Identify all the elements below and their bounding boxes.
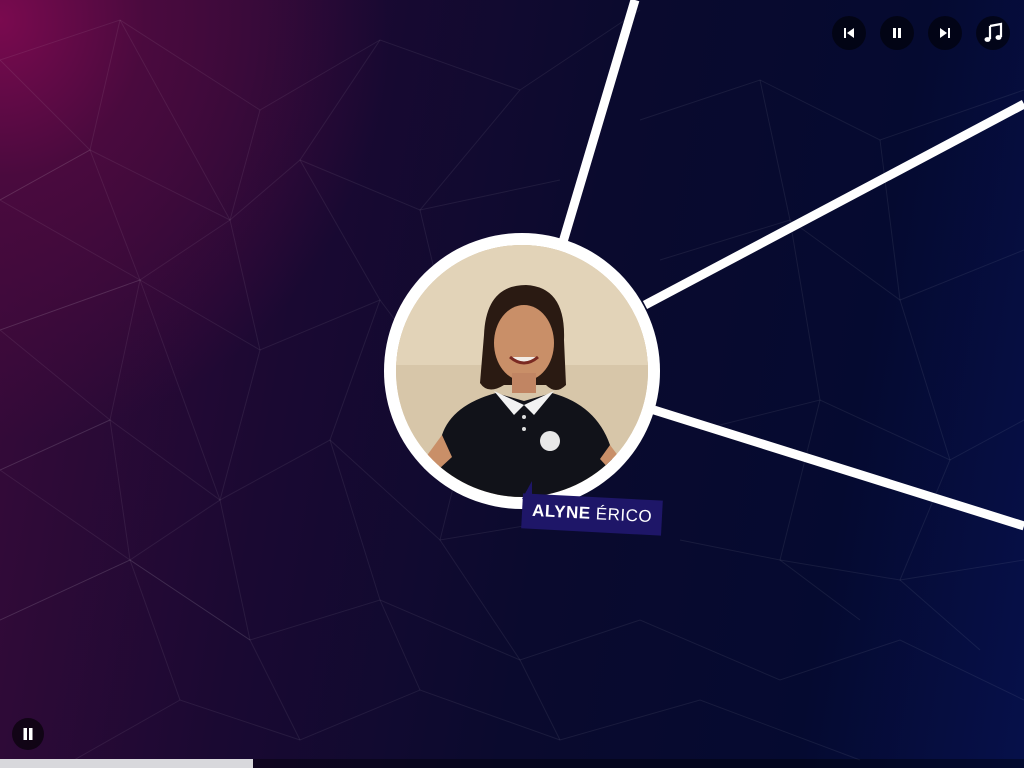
media-controls — [832, 16, 1010, 50]
music-note-icon — [984, 22, 1003, 42]
previous-button[interactable] — [832, 16, 866, 50]
connector-line-top — [558, 0, 640, 244]
connector-line-bottom — [652, 405, 1024, 531]
profile-photo-frame[interactable] — [384, 233, 660, 509]
next-button[interactable] — [928, 16, 962, 50]
last-name: ÉRICO — [595, 504, 653, 527]
playback-progress-bar[interactable] — [0, 759, 1024, 768]
playback-progress-fill — [0, 759, 253, 768]
playback-pause-button[interactable] — [12, 718, 44, 750]
first-name: ALYNE — [531, 500, 592, 523]
profile-photo — [396, 245, 648, 497]
connector-line-right — [642, 100, 1024, 309]
skip-previous-icon — [844, 28, 854, 38]
music-button[interactable] — [976, 16, 1010, 50]
person-photo-icon — [396, 245, 648, 497]
skip-next-icon — [940, 28, 950, 38]
name-tag[interactable]: ALYNE ÉRICO — [521, 493, 663, 536]
pause-icon — [23, 728, 33, 740]
pause-icon — [893, 28, 901, 38]
pause-button[interactable] — [880, 16, 914, 50]
